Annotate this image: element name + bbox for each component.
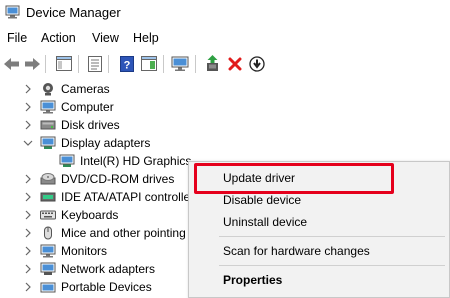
uninstall-device-icon[interactable] [225, 54, 244, 73]
menu-file[interactable]: File [7, 31, 27, 45]
chevron-right-icon[interactable] [23, 210, 33, 220]
disable-device-menu-item[interactable]: Disable device [223, 193, 301, 207]
device-manager-icon [5, 5, 20, 19]
title-bar: Device Manager [0, 0, 450, 26]
chevron-right-icon[interactable] [23, 120, 33, 130]
ide-controller-icon [40, 192, 56, 202]
menu-bar: File Action View Help [0, 29, 450, 49]
scan-hardware-menu-item[interactable]: Scan for hardware changes [223, 244, 370, 258]
chevron-right-icon[interactable] [23, 102, 33, 112]
tree-item-label: Intel(R) HD Graphics [80, 154, 192, 168]
disable-device-icon[interactable] [247, 54, 266, 73]
keyboard-icon [40, 210, 56, 220]
chevron-down-icon[interactable] [23, 138, 33, 148]
toolbar-separator [78, 55, 79, 73]
chevron-right-icon[interactable] [23, 192, 33, 202]
menu-separator [219, 236, 445, 237]
chevron-right-icon[interactable] [23, 264, 33, 274]
chevron-right-icon[interactable] [23, 174, 33, 184]
camera-icon [43, 83, 53, 96]
tree-item-label: Cameras [61, 82, 110, 96]
monitor-icon [40, 244, 56, 258]
tree-item-label: Portable Devices [61, 280, 152, 294]
disk-drive-icon [40, 120, 56, 130]
menu-help[interactable]: Help [133, 31, 159, 45]
display-adapter-icon [59, 154, 75, 167]
chevron-right-icon[interactable] [23, 282, 33, 292]
menu-view[interactable]: View [92, 31, 119, 45]
back-arrow-icon[interactable] [2, 54, 21, 73]
tree-item-label: Computer [61, 100, 114, 114]
network-adapter-icon [40, 262, 56, 275]
window-title: Device Manager [26, 5, 121, 20]
uninstall-device-menu-item[interactable]: Uninstall device [223, 215, 307, 229]
update-driver-icon[interactable] [203, 54, 222, 73]
toolbar-separator [163, 55, 164, 73]
action-pane-icon[interactable] [139, 54, 158, 73]
tree-item-label: Display adapters [61, 136, 151, 150]
properties-menu-item[interactable]: Properties [223, 273, 282, 287]
tree-item-label: Disk drives [61, 118, 120, 132]
svg-text:?: ? [123, 59, 130, 71]
tree-item-label: Monitors [61, 244, 108, 258]
chevron-right-icon[interactable] [23, 246, 33, 256]
mouse-icon [44, 226, 52, 240]
display-adapter-icon [40, 136, 56, 149]
forward-arrow-icon[interactable] [22, 54, 41, 73]
menu-separator [219, 265, 445, 266]
portable-device-icon [40, 282, 56, 293]
help-icon[interactable]: ? [117, 54, 136, 73]
toolbar-separator [45, 55, 46, 73]
tree-item-label: Keyboards [61, 208, 119, 222]
dvd-drive-icon [40, 173, 56, 185]
menu-action[interactable]: Action [41, 31, 76, 45]
toolbar-separator [195, 55, 196, 73]
highlight-annotation [194, 163, 394, 194]
show-hide-console-tree-icon[interactable] [54, 54, 73, 73]
toolbar-separator [108, 55, 109, 73]
scan-hardware-icon[interactable] [170, 54, 189, 73]
chevron-right-icon[interactable] [23, 84, 33, 94]
tree-item-label: Network adapters [61, 262, 156, 276]
tree-item-label: IDE ATA/ATAPI controllers [61, 190, 201, 204]
chevron-right-icon[interactable] [23, 228, 33, 238]
tree-item-label: DVD/CD-ROM drives [61, 172, 175, 186]
toolbar: ? [0, 51, 450, 76]
properties-icon[interactable] [85, 54, 104, 73]
computer-icon [40, 100, 56, 114]
